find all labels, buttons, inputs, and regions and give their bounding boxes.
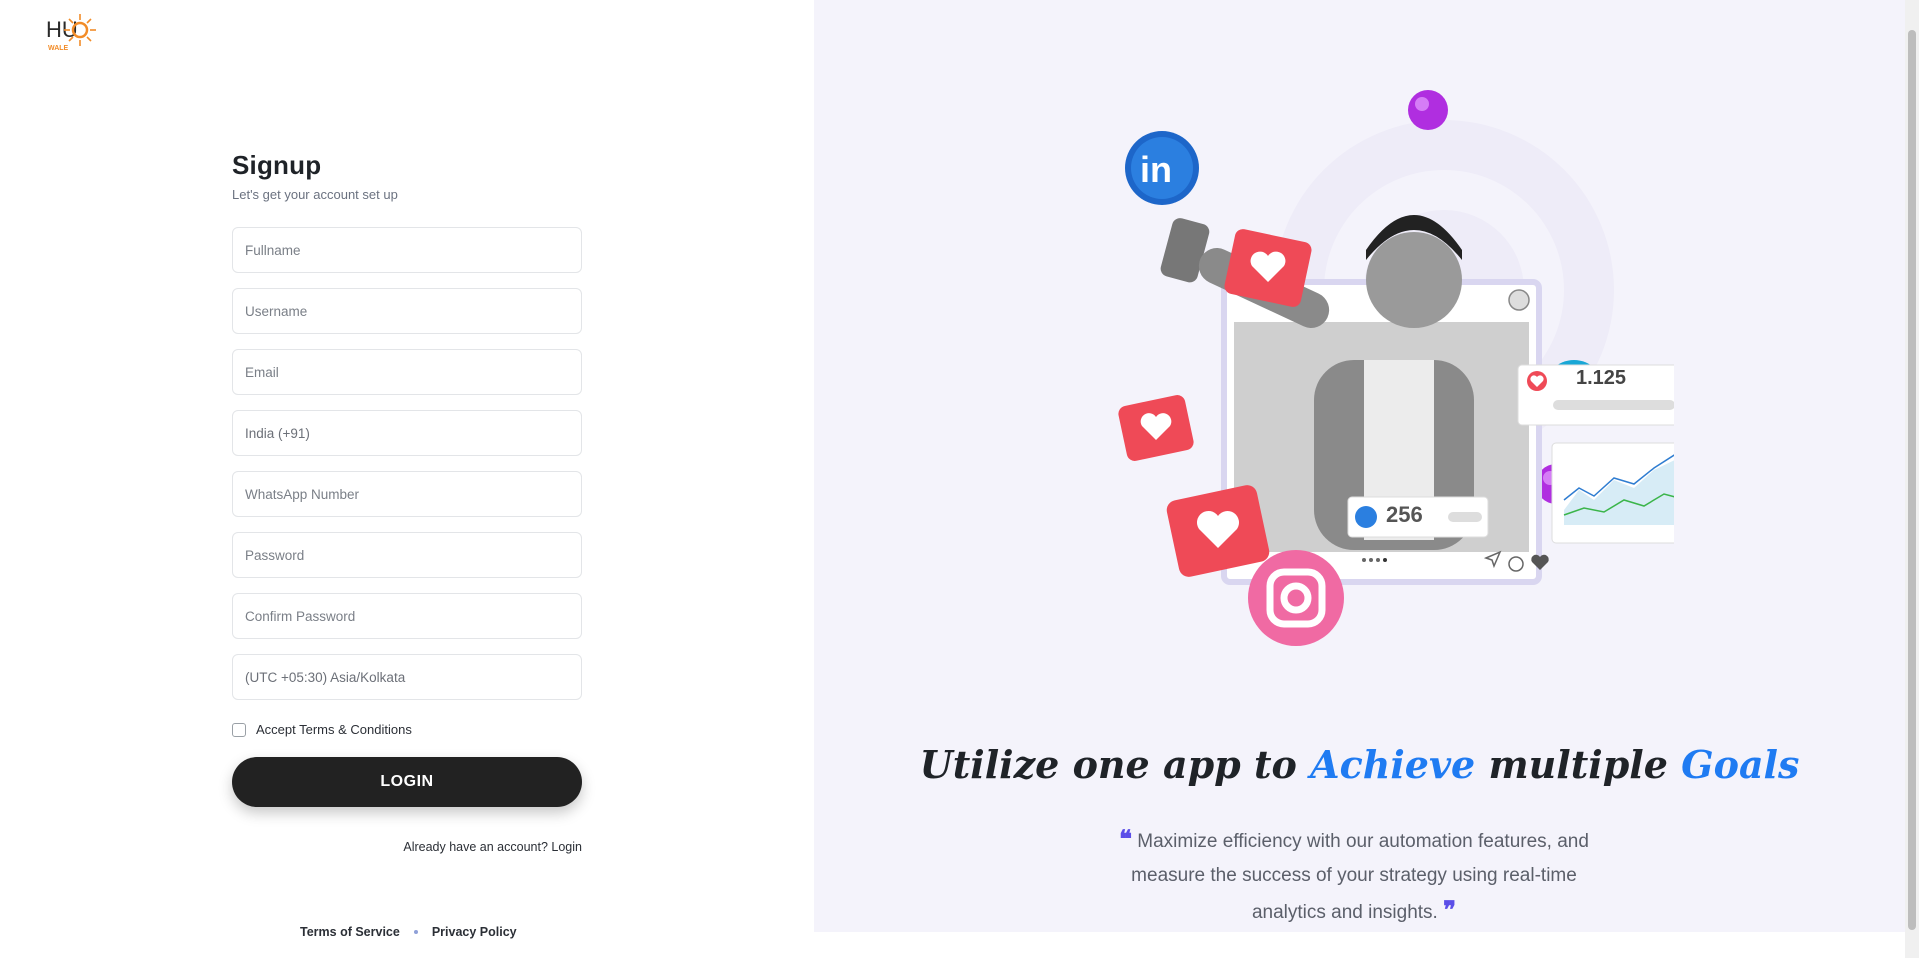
- thumbs-count: 256: [1386, 502, 1423, 527]
- whatsapp-input[interactable]: [245, 486, 569, 502]
- headline-highlight-achieve: Achieve: [1310, 742, 1476, 787]
- page-scrollbar[interactable]: [1905, 0, 1919, 958]
- username-field-wrapper: [232, 288, 582, 334]
- confirm-password-field-wrapper: [232, 593, 582, 639]
- username-input[interactable]: [245, 303, 569, 319]
- email-field-wrapper: [232, 349, 582, 395]
- signup-pane: HU WALE Signup Let's get your account se…: [0, 0, 814, 958]
- timezone-value: (UTC +05:30) Asia/Kolkata: [245, 669, 406, 685]
- login-link[interactable]: Login: [551, 840, 582, 854]
- hubwale-logo[interactable]: HU WALE: [44, 10, 102, 52]
- logo-sub-text: WALE: [48, 45, 69, 52]
- terms-of-service-link[interactable]: Terms of Service: [300, 925, 400, 939]
- country-code-value: India (+91): [245, 425, 310, 441]
- svg-text:in: in: [1140, 149, 1172, 190]
- fullname-input[interactable]: [245, 242, 569, 258]
- whatsapp-field-wrapper: [232, 471, 582, 517]
- terms-checkbox[interactable]: [232, 722, 246, 737]
- signup-page: HU WALE Signup Let's get your account se…: [0, 0, 1919, 958]
- footer-separator-dot: [413, 930, 418, 934]
- fullname-field-wrapper: [232, 227, 582, 273]
- headline-highlight-goals: Goals: [1681, 742, 1800, 787]
- purple-sphere-top: [1408, 90, 1448, 130]
- promo-quote: ❝ Maximize efficiency with our automatio…: [1104, 822, 1604, 930]
- already-have-account: Already have an account? Login: [232, 840, 582, 854]
- open-quote-icon: ❝: [1119, 824, 1132, 853]
- form-subtitle: Let's get your account set up: [232, 187, 398, 202]
- likes-count: 1.125: [1576, 367, 1627, 389]
- promo-quote-text: Maximize efficiency with our automation …: [1131, 831, 1589, 923]
- timezone-select[interactable]: (UTC +05:30) Asia/Kolkata: [232, 654, 582, 700]
- linkedin-icon: in: [1125, 131, 1199, 205]
- terms-row: Accept Terms & Conditions: [232, 722, 582, 737]
- signup-form: Signup Let's get your account set up Ind…: [232, 150, 582, 854]
- form-fields: India (+91) (UTC +05:30) Asia/Kolkata: [232, 227, 582, 700]
- terms-label[interactable]: Accept Terms & Conditions: [256, 722, 412, 737]
- login-button[interactable]: LOGIN: [232, 757, 582, 807]
- promo-panel: in 1.125 256 Utilize one app to Achieve …: [814, 0, 1905, 932]
- heart-bubble-left: [1118, 395, 1194, 461]
- footer-links: Terms of Service Privacy Policy: [300, 925, 517, 939]
- privacy-policy-link[interactable]: Privacy Policy: [432, 925, 517, 939]
- analytics-chart-card: [1551, 442, 1693, 544]
- headline-part1: Utilize one app to: [919, 742, 1297, 787]
- confirm-password-input[interactable]: [245, 608, 569, 624]
- promo-headline: Utilize one app to Achieve multiple Goal…: [814, 742, 1905, 787]
- password-field-wrapper: [232, 532, 582, 578]
- instagram-icon: [1248, 550, 1344, 646]
- social-media-illustration: in 1.125 256: [1074, 60, 1693, 660]
- close-quote-icon: ❞: [1443, 895, 1457, 924]
- headline-part2: multiple: [1488, 742, 1668, 787]
- already-text: Already have an account?: [403, 840, 548, 854]
- password-input[interactable]: [245, 547, 569, 563]
- form-title: Signup: [232, 150, 322, 180]
- scrollbar-thumb[interactable]: [1908, 30, 1916, 930]
- country-code-select[interactable]: India (+91): [232, 410, 582, 456]
- email-input[interactable]: [245, 364, 569, 380]
